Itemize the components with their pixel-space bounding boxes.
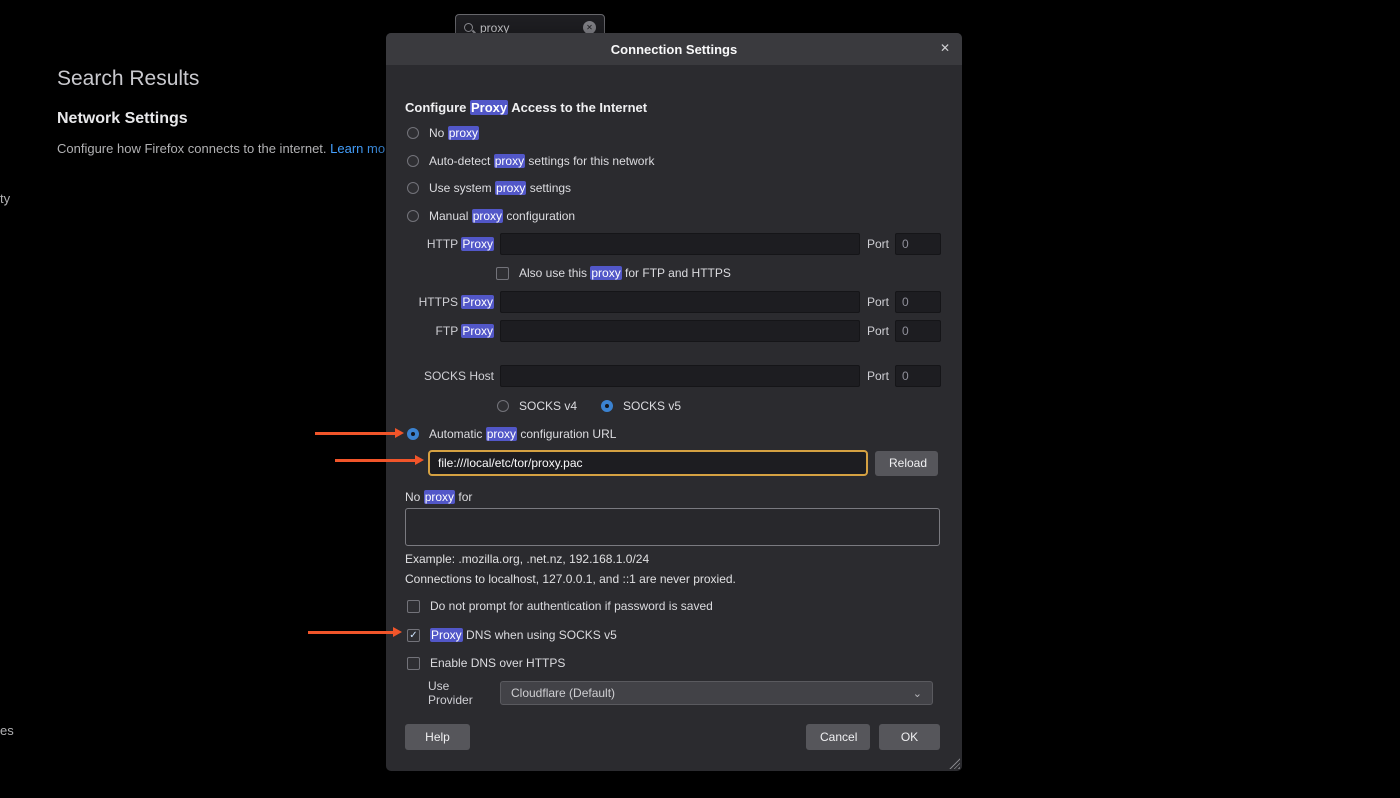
help-button[interactable]: Help xyxy=(405,724,470,750)
screen: proxy ✕ Search Results Network Settings … xyxy=(0,0,1400,798)
radio-no-proxy[interactable]: No proxy xyxy=(407,124,940,142)
port-label: Port xyxy=(867,237,889,251)
automatic-proxy-url-label: Automatic proxy configuration URL xyxy=(429,427,616,441)
annotation-arrow-auto-url xyxy=(315,432,395,435)
annotation-arrow-url-field xyxy=(335,459,415,462)
ftp-port-input[interactable] xyxy=(895,320,941,342)
sidebar-fragment-bottom: es xyxy=(0,723,14,738)
radio-auto-detect-proxy[interactable]: Auto-detect proxy settings for this netw… xyxy=(407,152,940,170)
network-settings-description-text: Configure how Firefox connects to the in… xyxy=(57,141,330,156)
radio-button[interactable] xyxy=(407,428,419,440)
radio-system-proxy[interactable]: Use system proxy settings xyxy=(407,179,940,197)
search-results-title: Search Results xyxy=(57,67,199,91)
port-label: Port xyxy=(867,295,889,309)
radio-button[interactable] xyxy=(407,210,419,222)
radio-automatic-proxy-url[interactable]: Automatic proxy configuration URL xyxy=(407,425,940,443)
https-port-input[interactable] xyxy=(895,291,941,313)
http-port-input[interactable] xyxy=(895,233,941,255)
checkbox-also-use-proxy[interactable]: Also use this proxy for FTP and HTTPS xyxy=(496,264,940,282)
radio-button[interactable] xyxy=(407,182,419,194)
http-proxy-input[interactable] xyxy=(500,233,860,255)
https-proxy-input[interactable] xyxy=(500,291,860,313)
annotation-arrow-proxy-dns xyxy=(308,631,393,634)
radio-system-proxy-label: Use system proxy settings xyxy=(429,181,571,195)
dialog-title: Connection Settings xyxy=(611,42,737,57)
proxy-url-input[interactable] xyxy=(428,450,868,476)
https-proxy-row: HTTPS Proxy Port xyxy=(405,291,940,313)
dialog-buttons: Help Cancel OK xyxy=(405,724,940,750)
proxy-dns-label: Proxy DNS when using SOCKS v5 xyxy=(430,628,617,642)
chevron-down-icon: ⌄ xyxy=(913,687,922,700)
checkbox-proxy-dns[interactable]: ✓ Proxy DNS when using SOCKS v5 xyxy=(407,626,940,644)
sidebar-fragment-top: ty xyxy=(0,191,10,206)
checkbox-checked[interactable]: ✓ xyxy=(407,629,420,642)
provider-row: Use Provider Cloudflare (Default) ⌄ xyxy=(428,681,933,705)
socks-host-row: SOCKS Host Port xyxy=(405,365,940,387)
radio-socks-v5[interactable] xyxy=(601,400,613,412)
use-provider-label: Use Provider xyxy=(428,679,492,707)
checkbox[interactable] xyxy=(496,267,509,280)
provider-value: Cloudflare (Default) xyxy=(511,686,615,700)
checkbox[interactable] xyxy=(407,600,420,613)
ftp-proxy-label: FTP Proxy xyxy=(405,324,494,338)
socks-version-row: SOCKS v4 SOCKS v5 xyxy=(497,397,940,415)
socks-host-label: SOCKS Host xyxy=(405,369,494,383)
checkbox-no-auth-prompt[interactable]: Do not prompt for authentication if pass… xyxy=(407,597,940,615)
radio-button[interactable] xyxy=(407,155,419,167)
dialog-heading: Configure Proxy Access to the Internet xyxy=(405,98,940,116)
provider-dropdown[interactable]: Cloudflare (Default) ⌄ xyxy=(500,681,933,705)
radio-no-proxy-label: No proxy xyxy=(429,126,479,140)
ftp-proxy-input[interactable] xyxy=(500,320,860,342)
checkbox-dns-over-https[interactable]: Enable DNS over HTTPS xyxy=(407,654,940,672)
connection-settings-dialog: Connection Settings ✕ Configure Proxy Ac… xyxy=(386,33,962,771)
no-auth-prompt-label: Do not prompt for authentication if pass… xyxy=(430,599,713,613)
socks-v4-label: SOCKS v4 xyxy=(519,399,577,413)
dns-over-https-label: Enable DNS over HTTPS xyxy=(430,656,565,670)
http-proxy-row: HTTP Proxy Port xyxy=(405,233,940,255)
network-settings-description: Configure how Firefox connects to the in… xyxy=(57,141,389,156)
learn-more-link[interactable]: Learn mor xyxy=(330,141,389,156)
port-label: Port xyxy=(867,324,889,338)
socks-port-input[interactable] xyxy=(895,365,941,387)
localhost-note: Connections to localhost, 127.0.0.1, and… xyxy=(405,570,940,588)
proxy-url-row: Reload xyxy=(428,450,940,476)
ok-button[interactable]: OK xyxy=(879,724,940,750)
search-icon xyxy=(464,23,473,32)
resize-grip[interactable] xyxy=(949,758,960,769)
radio-button[interactable] xyxy=(407,127,419,139)
socks-host-input[interactable] xyxy=(500,365,860,387)
http-proxy-label: HTTP Proxy xyxy=(405,237,494,251)
no-proxy-for-textarea[interactable] xyxy=(405,508,940,546)
https-proxy-label: HTTPS Proxy xyxy=(405,295,494,309)
radio-auto-detect-label: Auto-detect proxy settings for this netw… xyxy=(429,154,654,168)
port-label: Port xyxy=(867,369,889,383)
radio-manual-proxy-label: Manual proxy configuration xyxy=(429,209,575,223)
radio-socks-v4[interactable] xyxy=(497,400,509,412)
example-note: Example: .mozilla.org, .net.nz, 192.168.… xyxy=(405,550,940,568)
cancel-button[interactable]: Cancel xyxy=(806,724,870,750)
network-settings-title: Network Settings xyxy=(57,110,188,128)
radio-manual-proxy[interactable]: Manual proxy configuration xyxy=(407,207,940,225)
also-use-proxy-label: Also use this proxy for FTP and HTTPS xyxy=(519,266,731,280)
checkbox[interactable] xyxy=(407,657,420,670)
dialog-titlebar: Connection Settings ✕ xyxy=(386,33,962,65)
ftp-proxy-row: FTP Proxy Port xyxy=(405,320,940,342)
reload-button[interactable]: Reload xyxy=(875,451,938,476)
close-icon[interactable]: ✕ xyxy=(940,41,950,55)
no-proxy-for-label: No proxy for xyxy=(405,488,940,506)
socks-v5-label: SOCKS v5 xyxy=(623,399,681,413)
